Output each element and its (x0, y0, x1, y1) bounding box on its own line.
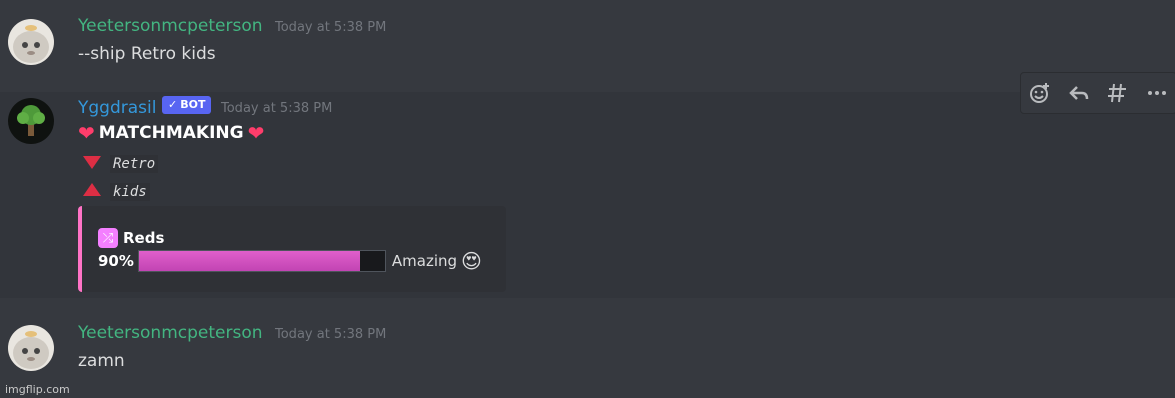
username[interactable]: Yeetersonmcpeterson (78, 16, 263, 36)
avatar[interactable] (8, 325, 54, 371)
message-text: zamn (78, 351, 125, 371)
message-toolbar (1020, 72, 1175, 114)
match-title: MATCHMAKING (98, 123, 244, 143)
reply-icon[interactable] (1064, 78, 1094, 108)
match-embed: ⤮ Reds 90% Amazing 😍 (78, 206, 506, 292)
username[interactable]: Yeetersonmcpeterson (78, 323, 263, 343)
progress-fill (138, 251, 361, 271)
timestamp: Today at 5:38 PM (275, 327, 387, 342)
watermark: imgflip.com (5, 383, 70, 396)
timestamp: Today at 5:38 PM (275, 20, 387, 35)
avatar[interactable] (8, 98, 54, 144)
embed-title: Reds (123, 229, 165, 247)
heart-icon: ❤ (78, 121, 95, 145)
message-text: --ship Retro kids (78, 44, 216, 64)
percent-label: 90% (98, 252, 134, 270)
add-reaction-icon[interactable] (1025, 78, 1055, 108)
more-icon[interactable] (1142, 78, 1172, 108)
name-kids: kids (110, 183, 150, 201)
message-1: Yeetersonmcpeterson Today at 5:38 PM --s… (0, 0, 1175, 80)
heart-eyes-icon: 😍 (461, 249, 482, 273)
shuffle-icon: ⤮ (98, 228, 118, 248)
create-thread-icon[interactable] (1103, 78, 1133, 108)
bot-badge-label: BOT (180, 98, 206, 111)
rating-label: Amazing (391, 252, 458, 270)
triangle-down-icon (83, 156, 101, 169)
triangle-up-icon (83, 183, 101, 196)
progress-bar (137, 250, 386, 272)
message-3: Yeetersonmcpeterson Today at 5:38 PM zam… (0, 300, 1175, 398)
avatar[interactable] (8, 19, 54, 65)
name-retro: Retro (110, 155, 159, 173)
username[interactable]: Yggdrasil (78, 98, 156, 118)
bot-badge: ✓ BOT (162, 96, 212, 114)
check-icon: ✓ (168, 98, 178, 111)
timestamp: Today at 5:38 PM (221, 101, 333, 116)
heart-icon: ❤ (247, 121, 265, 145)
